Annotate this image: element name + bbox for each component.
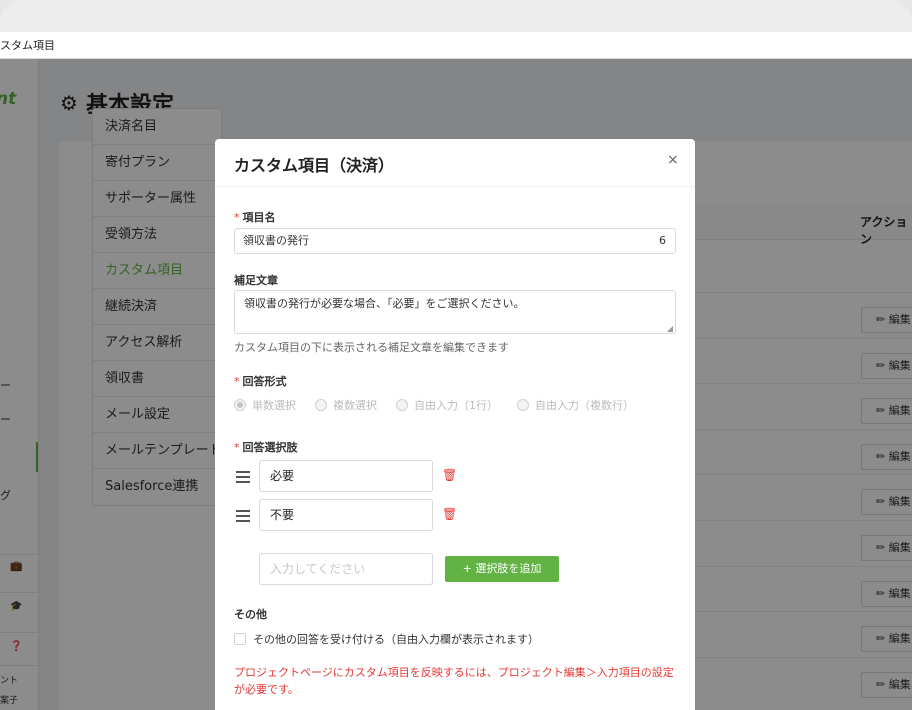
description-value: 領収書の発行が必要な場合、「必要」をご選択ください。 <box>244 297 525 310</box>
drag-handle-icon[interactable] <box>236 471 250 486</box>
char-count: 6 <box>659 234 666 247</box>
radio-icon[interactable] <box>517 399 529 411</box>
custom-field-modal: カスタム項目（決済） × * 項目名 領収書の発行 6 補足文章 領収書の発行が必… <box>215 139 695 710</box>
other-label: その他 <box>234 608 267 621</box>
window-chrome <box>0 0 912 32</box>
radio-icon[interactable] <box>234 399 246 411</box>
field-name-input[interactable]: 領収書の発行 6 <box>234 228 676 254</box>
modal-title: カスタム項目（決済） <box>234 156 395 175</box>
required-mark: * <box>234 375 240 388</box>
add-choice-button[interactable]: + 選択肢を追加 <box>445 556 559 582</box>
trash-icon[interactable]: 🗑 <box>442 507 457 521</box>
radio-icon[interactable] <box>315 399 327 411</box>
other-option-row[interactable]: その他の回答を受け付ける（自由入力欄が表示されます） <box>234 631 539 647</box>
format-radio[interactable]: 自由入力（複数行） <box>517 397 634 413</box>
close-icon[interactable]: × <box>667 152 679 168</box>
format-label: 自由入力（1行） <box>414 399 498 412</box>
description-help: カスタム項目の下に表示される補足文章を編集できます <box>234 341 509 354</box>
description-label: 補足文章 <box>234 274 278 287</box>
field-name-label: * 項目名 <box>234 211 276 224</box>
required-mark: * <box>234 211 240 224</box>
tab-bar: スタム項目 <box>0 32 912 59</box>
other-checkbox-label: その他の回答を受け付ける（自由入力欄が表示されます） <box>253 633 539 646</box>
resize-handle-icon[interactable]: ◢ <box>667 324 673 333</box>
format-label: 複数選択 <box>333 399 377 412</box>
format-radio[interactable]: 単数選択 <box>234 397 296 413</box>
radio-icon[interactable] <box>396 399 408 411</box>
field-name-value: 領収書の発行 <box>243 234 309 247</box>
description-textarea[interactable]: 領収書の発行が必要な場合、「必要」をご選択ください。 ◢ <box>234 290 676 334</box>
answer-format-group: 単数選択 複数選択 自由入力（1行） 自由入力（複数行） <box>234 397 653 413</box>
tab-title[interactable]: スタム項目 <box>0 39 55 52</box>
required-mark: * <box>234 441 240 454</box>
modal-header: カスタム項目（決済） × <box>215 139 695 187</box>
format-label: 自由入力（複数行） <box>535 399 634 412</box>
choice-input[interactable]: 必要 <box>259 460 433 492</box>
format-radio[interactable]: 複数選択 <box>315 397 377 413</box>
choice-input[interactable]: 不要 <box>259 499 433 531</box>
drag-handle-icon[interactable] <box>236 510 250 525</box>
format-label: 単数選択 <box>252 399 296 412</box>
trash-icon[interactable]: 🗑 <box>442 468 457 482</box>
other-checkbox[interactable] <box>234 633 246 645</box>
format-radio[interactable]: 自由入力（1行） <box>396 397 498 413</box>
answer-format-label: * 回答形式 <box>234 375 287 388</box>
choices-label: * 回答選択肢 <box>234 441 298 454</box>
notice-text: プロジェクトページにカスタム項目を反映するには、プロジェクト編集＞入力項目の設定… <box>234 666 674 696</box>
new-choice-input[interactable]: 入力してください <box>259 553 433 585</box>
